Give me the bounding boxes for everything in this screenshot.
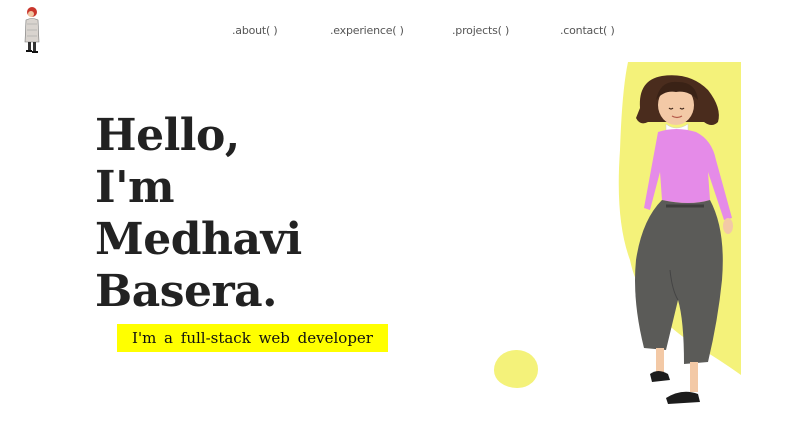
hero-subtitle: I'm a full-stack web developer: [117, 324, 388, 352]
woman-character-illustration: [600, 60, 750, 410]
nav-link-contact[interactable]: .contact( ): [560, 24, 615, 37]
nav-link-experience[interactable]: .experience( ): [330, 24, 404, 37]
nav-link-projects[interactable]: .projects( ): [452, 24, 509, 37]
decorative-yellow-blob: [494, 350, 538, 388]
hero-line-intro: I'm: [95, 162, 175, 213]
hero-line-last-name: Basera.: [95, 266, 277, 317]
hero-line-first-name: Medhavi: [95, 214, 302, 265]
hero-heading: Hello, I'm Medhavi Basera.: [95, 110, 302, 318]
nav-link-about[interactable]: .about( ): [232, 24, 278, 37]
top-nav: .about( ) .experience( ) .projects( ) .c…: [0, 24, 800, 40]
hero-line-greeting: Hello,: [95, 110, 240, 161]
